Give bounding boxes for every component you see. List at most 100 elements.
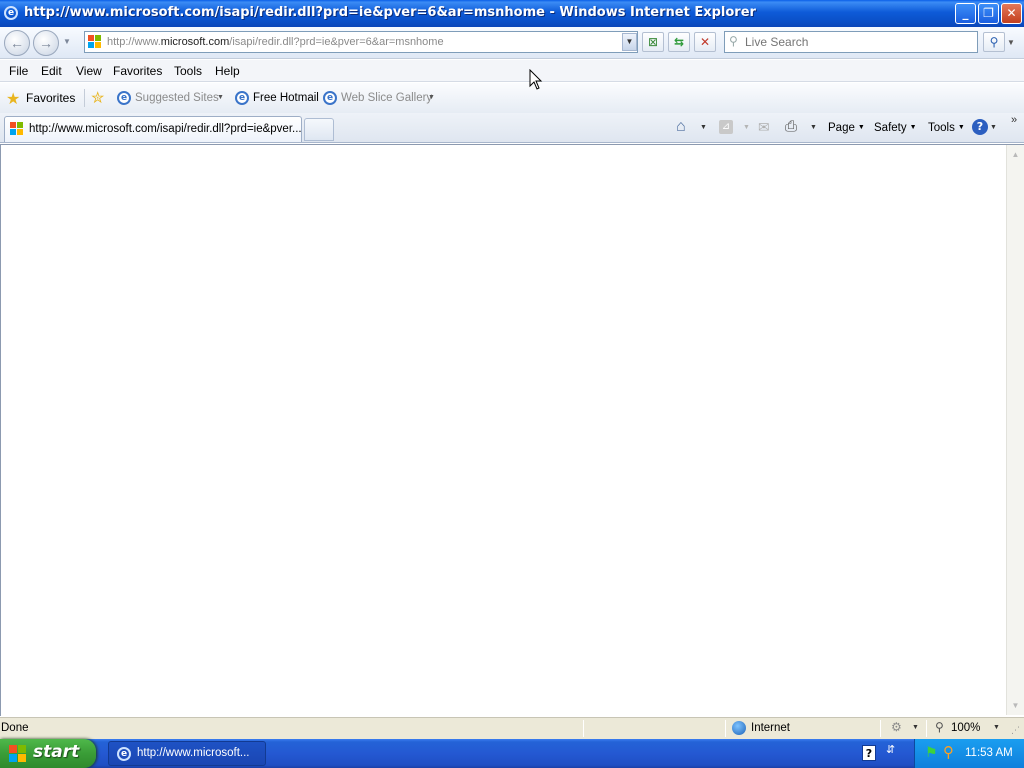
mouse-cursor-icon <box>529 68 543 91</box>
safety-dropdown-icon: ▼ <box>909 124 917 131</box>
tab-title: http://www.microsoft.com/isapi/redir.dll… <box>29 123 302 135</box>
toolbar-overflow-icon[interactable]: » <box>1011 114 1017 126</box>
tab-bar: http://www.microsoft.com/isapi/redir.dll… <box>0 113 1024 143</box>
close-button[interactable]: ✕ <box>1001 3 1022 24</box>
scroll-up-icon[interactable]: ▲ <box>1009 148 1022 161</box>
free-hotmail-icon: e <box>235 91 249 105</box>
favorites-divider <box>84 89 85 107</box>
tools-menu-label: Tools <box>928 122 955 134</box>
microsoft-favicon-icon <box>88 35 102 49</box>
scroll-down-icon[interactable]: ▼ <box>1009 699 1022 712</box>
status-divider <box>926 720 927 737</box>
suggested-sites-dropdown-icon[interactable]: ▼ <box>217 94 224 101</box>
menu-help[interactable]: Help <box>215 64 240 78</box>
web-slice-gallery-icon: e <box>323 91 337 105</box>
status-divider <box>583 720 584 737</box>
language-bar-icon[interactable]: ⇵ <box>886 743 895 756</box>
favorites-item-web-slice-gallery[interactable]: Web Slice Gallery <box>341 92 432 104</box>
add-to-favorites-bar-icon[interactable]: ✮ <box>91 88 104 108</box>
address-domain: microsoft.com <box>160 36 230 48</box>
menu-edit[interactable]: Edit <box>41 64 62 78</box>
address-dropdown-icon[interactable]: ▼ <box>622 33 637 51</box>
home-icon[interactable]: ⌂ <box>676 118 686 136</box>
feeds-dropdown-icon: ▼ <box>743 124 750 131</box>
protected-mode-dropdown-icon[interactable]: ▼ <box>912 724 919 731</box>
clock[interactable]: 11:53 AM <box>965 747 1013 759</box>
print-dropdown-icon[interactable]: ▼ <box>810 124 817 131</box>
help-dropdown-icon[interactable]: ▼ <box>990 124 997 131</box>
feeds-icon[interactable]: ⊿ <box>719 120 733 134</box>
new-tab-button[interactable] <box>304 118 334 141</box>
stop-icon[interactable]: ✕ <box>694 32 716 52</box>
address-text[interactable]: http://www.microsoft.com/isapi/redir.dll… <box>107 36 444 48</box>
favorites-item-suggested-sites[interactable]: Suggested Sites <box>135 92 219 104</box>
search-go-icon[interactable]: ⚲ <box>983 32 1005 52</box>
vertical-scrollbar[interactable]: ▲ ▼ <box>1006 145 1024 715</box>
safety-menu-button[interactable]: Safety ▼ <box>874 122 917 134</box>
taskbar-item-title: http://www.microsoft... <box>137 747 250 759</box>
refresh-icon[interactable]: ⇆ <box>668 32 690 52</box>
menu-file[interactable]: File <box>9 64 28 78</box>
print-icon[interactable]: ⎙ <box>785 118 797 135</box>
tab-active[interactable]: http://www.microsoft.com/isapi/redir.dll… <box>4 116 302 142</box>
read-mail-icon[interactable]: ✉ <box>758 119 770 136</box>
forward-button[interactable]: → <box>33 30 59 56</box>
search-provider-icon: ⚲ <box>729 34 738 48</box>
zoom-icon[interactable]: ⚲ <box>935 720 944 734</box>
resize-grip-icon[interactable]: ⋰ <box>1011 725 1020 736</box>
navigation-bar: ← → ▼ http://www.microsoft.com/isapi/red… <box>0 27 1024 59</box>
ie-logo-icon: e <box>4 6 18 20</box>
system-tray: ⚑ ⚲ 11:53 AM <box>914 739 1024 768</box>
zoom-dropdown-icon[interactable]: ▼ <box>993 724 1000 731</box>
network-tray-icon[interactable]: ⚑ <box>925 744 938 761</box>
back-button[interactable]: ← <box>4 30 30 56</box>
help-icon[interactable]: ? <box>972 119 988 135</box>
page-menu-button[interactable]: Page ▼ <box>828 122 865 134</box>
taskbar-item-ie[interactable]: e http://www.microsoft... <box>108 741 266 766</box>
protected-mode-icon[interactable]: ⚙ <box>891 720 902 734</box>
zoom-level[interactable]: 100% <box>951 722 980 734</box>
microsoft-favicon-icon <box>10 122 24 136</box>
address-bar[interactable]: http://www.microsoft.com/isapi/redir.dll… <box>84 31 638 53</box>
safety-menu-label: Safety <box>874 122 907 134</box>
favorites-bar: ★ Favorites ✮ e Suggested Sites ▼ e Free… <box>0 83 1024 113</box>
menu-view[interactable]: View <box>76 64 102 78</box>
security-zone-label[interactable]: Internet <box>751 722 790 734</box>
tools-dropdown-icon: ▼ <box>957 124 965 131</box>
start-button[interactable]: start <box>0 739 96 768</box>
status-divider <box>725 720 726 737</box>
menu-tools[interactable]: Tools <box>174 64 202 78</box>
menu-favorites[interactable]: Favorites <box>113 64 162 78</box>
favorites-button[interactable]: Favorites <box>26 91 75 105</box>
ie-logo-icon: e <box>117 747 131 761</box>
start-label: start <box>33 742 80 762</box>
windows-flag-icon <box>9 745 27 763</box>
restore-button[interactable]: ❐ <box>978 3 999 24</box>
search-box[interactable]: ⚲ <box>724 31 978 53</box>
window-title: http://www.microsoft.com/isapi/redir.dll… <box>24 5 756 20</box>
title-bar[interactable]: e http://www.microsoft.com/isapi/redir.d… <box>0 0 1024 27</box>
favorites-item-free-hotmail[interactable]: Free Hotmail <box>253 92 319 104</box>
recent-pages-dropdown-icon[interactable]: ▼ <box>63 37 71 46</box>
search-options-dropdown-icon[interactable]: ▼ <box>1007 38 1015 47</box>
address-prefix: http://www. <box>107 36 161 48</box>
status-bar: Done Internet ⚙ ▼ ⚲ 100% ▼ ⋰ <box>0 717 1024 739</box>
search-tray-icon[interactable]: ⚲ <box>943 743 954 761</box>
compatibility-view-icon[interactable]: ⊠ <box>642 32 664 52</box>
status-divider <box>880 720 881 737</box>
web-slice-gallery-dropdown-icon[interactable]: ▼ <box>428 94 435 101</box>
address-suffix: /isapi/redir.dll?prd=ie&pver=6&ar=msnhom… <box>229 36 444 48</box>
menu-bar: File Edit View Favorites Tools Help <box>0 60 1024 82</box>
minimize-button[interactable]: _ <box>955 3 976 24</box>
suggested-sites-icon: e <box>117 91 131 105</box>
taskbar: start e http://www.microsoft... ? ⇵ ⚑ ⚲ … <box>0 739 1024 768</box>
home-dropdown-icon[interactable]: ▼ <box>700 124 707 131</box>
status-text: Done <box>1 722 29 734</box>
page-content[interactable]: ▲ ▼ <box>0 144 1024 716</box>
tools-menu-button[interactable]: Tools ▼ <box>928 122 965 134</box>
search-input[interactable] <box>745 35 973 49</box>
page-dropdown-icon: ▼ <box>857 124 865 131</box>
help-tray-icon[interactable]: ? <box>862 745 876 761</box>
page-menu-label: Page <box>828 122 855 134</box>
internet-zone-globe-icon <box>732 721 746 735</box>
